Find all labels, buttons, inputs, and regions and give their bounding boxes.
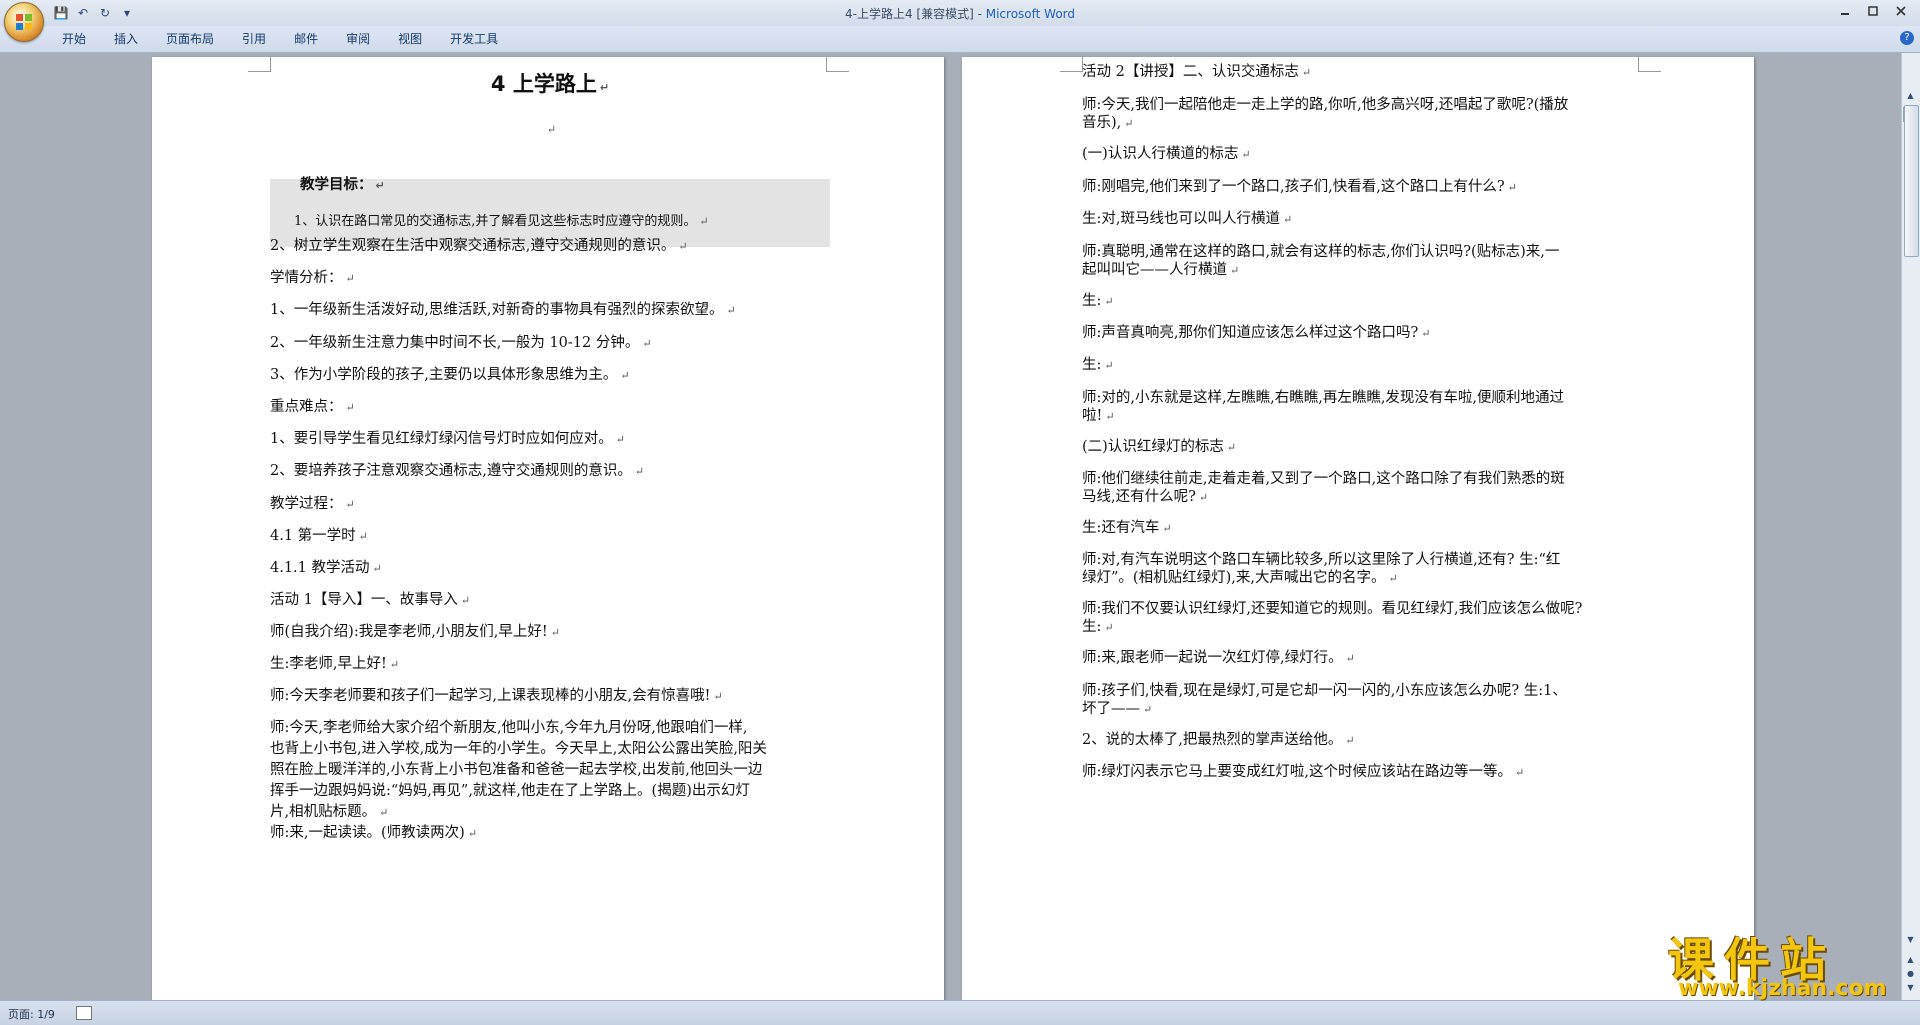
minimize-icon[interactable] — [1832, 2, 1858, 20]
paragraph-line[interactable]: 1、认识在路口常见的交通标志,并了解看见这些标志时应遵守的规则。 ↵ — [270, 211, 854, 232]
ribbon-tab[interactable]: 插入 — [100, 26, 152, 52]
ribbon-tab[interactable]: 开始 — [48, 26, 100, 52]
paragraph-line[interactable]: 2、要培养孩子注意观察交通标志,遵守交通规则的意识。 ↵ — [270, 461, 830, 482]
ribbon-tab[interactable]: 开发工具 — [436, 26, 512, 52]
page-1-content: 4 上学路上 ↵ ↵ 教学目标： ↵ 1、认识在路口常见的交通标志,并了解看见这些标志时应… — [270, 57, 830, 1001]
paragraph-line[interactable]: 师:今天,李老师给大家介绍个新朋友,他叫小东,今年九月份呀,他跟咱们一样, — [270, 718, 830, 739]
paragraph-line[interactable]: 2、树立学生观察在生活中观察交通标志,遵守交通规则的意识。 ↵ — [270, 236, 830, 257]
empty-paragraph[interactable]: ↵ — [270, 119, 830, 140]
paragraph-line[interactable]: 生: ↵ — [1082, 355, 1642, 376]
paragraph-line[interactable]: 音乐), ↵ — [1082, 113, 1642, 134]
paragraph-line[interactable]: 生: ↵ — [1082, 617, 1642, 638]
paragraph-line[interactable]: 1、要引导学生看见红绿灯绿闪信号灯时应如何应对。 ↵ — [270, 429, 830, 450]
scroll-up-icon[interactable]: ▲ — [1904, 89, 1917, 103]
help-icon[interactable]: ? — [1900, 31, 1914, 45]
watermark-url: www.kjzhan.com — [1678, 976, 1887, 1001]
page-count[interactable]: 页面: 1/9 — [8, 1006, 55, 1022]
window-title: 4-上学路上4 [兼容模式] - Microsoft Word — [0, 5, 1920, 22]
status-bar: 页面: 1/9 — [0, 1000, 1920, 1025]
paragraph-line[interactable]: 坏了—— ↵ — [1082, 699, 1642, 720]
proofing-icon[interactable] — [76, 1006, 92, 1020]
page-1[interactable]: 4 上学路上 ↵ ↵ 教学目标： ↵ 1、认识在路口常见的交通标志,并了解看见这些标志时应… — [152, 57, 944, 1001]
paragraph-line[interactable]: 啦! ↵ — [1082, 406, 1642, 427]
watermark-logo: 课件站 www.kjzhan.com — [1668, 924, 1908, 1004]
paragraph-line[interactable]: (一)认识人行横道的标志 ↵ — [1082, 144, 1642, 165]
scrollbar-thumb[interactable] — [1904, 105, 1919, 257]
title-bar: 💾 ↶ ↻ ▾ 4-上学路上4 [兼容模式] - Microsoft Word — [0, 0, 1920, 27]
paragraph-line[interactable]: (二)认识红绿灯的标志 ↵ — [1082, 437, 1642, 458]
document-area[interactable]: 4 上学路上 ↵ ↵ 教学目标： ↵ 1、认识在路口常见的交通标志,并了解看见这些标志时应… — [0, 53, 1902, 1001]
paragraph-line[interactable]: 师:来,跟老师一起说一次红灯停,绿灯行。 ↵ — [1082, 648, 1642, 669]
paragraph-line[interactable]: 教学过程： ↵ — [270, 494, 830, 515]
paragraph-line[interactable]: 活动 2【讲授】二、认识交通标志 ↵ — [1082, 62, 1642, 83]
paragraph-line[interactable]: 马线,还有什么呢? ↵ — [1082, 487, 1642, 508]
page-2[interactable]: 活动 2【讲授】二、认识交通标志 ↵ 师:今天,我们一起陪他走一走上学的路,你听,他… — [962, 57, 1754, 1001]
crop-mark — [1060, 57, 1083, 72]
vertical-scrollbar[interactable]: ▲ ▼ ▲ ● ▼ — [1901, 53, 1920, 1001]
ribbon-tab[interactable]: 审阅 — [332, 26, 384, 52]
paragraph-line[interactable]: 生:还有汽车 ↵ — [1082, 518, 1642, 539]
paragraph-line[interactable]: 师:刚唱完,他们来到了一个路口,孩子们,快看看,这个路口上有什么? ↵ — [1082, 177, 1642, 198]
office-logo-icon — [16, 14, 32, 30]
paragraph-line[interactable]: 4.1 第一学时 ↵ — [270, 526, 830, 547]
paragraph-line[interactable]: 绿灯”。(相机贴红绿灯),来,大声喊出它的名字。 ↵ — [1082, 568, 1642, 589]
paragraph-line[interactable]: 重点难点： ↵ — [270, 397, 830, 418]
paragraph-line[interactable]: 2、一年级新生注意力集中时间不长,一般为 10-12 分钟。 ↵ — [270, 333, 830, 354]
paragraph-line[interactable]: 4.1.1 教学活动 ↵ — [270, 558, 830, 579]
paragraph-line[interactable]: 生:李老师,早上好! ↵ — [270, 654, 830, 675]
page-2-content: 活动 2【讲授】二、认识交通标志 ↵ 师:今天,我们一起陪他走一走上学的路,你听,他… — [1082, 57, 1642, 1001]
paragraph-line[interactable]: 师:声音真响亮,那你们知道应该怎么样过这个路口吗? ↵ — [1082, 323, 1642, 344]
app-name: Microsoft Word — [985, 7, 1076, 21]
close-icon[interactable] — [1888, 2, 1914, 20]
paragraph-line[interactable]: 师:今天李老师要和孩子们一起学习,上课表现棒的小朋友,会有惊喜哦! ↵ — [270, 686, 830, 707]
paragraph-line[interactable]: 3、作为小学阶段的孩子,主要仍以具体形象思维为主。 ↵ — [270, 365, 830, 386]
paragraph-line[interactable]: 师:绿灯闪表示它马上要变成红灯啦,这个时候应该站在路边等一等。 ↵ — [1082, 762, 1642, 783]
maximize-icon[interactable] — [1860, 2, 1886, 20]
ribbon-tab[interactable]: 视图 — [384, 26, 436, 52]
paragraph-line[interactable]: 挥手一边跟妈妈说:“妈妈,再见”,就这样,他走在了上学路上。(揭题)出示幻灯 — [270, 781, 830, 802]
crop-mark — [248, 57, 271, 72]
document-title[interactable]: 4 上学路上 ↵ — [270, 74, 830, 98]
paragraph-line[interactable]: 也背上小书包,进入学校,成为一年的小学生。今天早上,太阳公公露出笑脸,阳关 — [270, 739, 830, 760]
ribbon-tabs: 开始 插入 页面布局 引用 邮件 审阅 视图 开发工具 — [48, 26, 512, 52]
paragraph-line[interactable]: 生: ↵ — [1082, 291, 1642, 312]
paragraph-line[interactable]: 生:对,斑马线也可以叫人行横道 ↵ — [1082, 209, 1642, 230]
window-controls — [1832, 2, 1914, 20]
paragraph-line[interactable]: 学情分析： ↵ — [270, 268, 830, 289]
paragraph-line[interactable]: 师:来,一起读读。(师教读两次) ↵ — [270, 823, 830, 844]
paragraph-line[interactable]: 片,相机贴标题。 ↵ — [270, 802, 830, 823]
ribbon-tab[interactable]: 页面布局 — [152, 26, 228, 52]
ribbon-tab[interactable]: 引用 — [228, 26, 280, 52]
title-separator: - — [973, 7, 986, 21]
paragraph-line[interactable]: 1、一年级新生活泼好动,思维活跃,对新奇的事物具有强烈的探索欲望。 ↵ — [270, 300, 830, 321]
ribbon-tab[interactable]: 邮件 — [280, 26, 332, 52]
office-button[interactable] — [4, 2, 44, 42]
paragraph-line[interactable]: 师(自我介绍):我是李老师,小朋友们,早上好! ↵ — [270, 622, 830, 643]
paragraph-line[interactable]: 教学目标： ↵ — [270, 175, 860, 196]
document-name: 4-上学路上4 [兼容模式] — [844, 7, 974, 21]
paragraph-line[interactable]: 起叫叫它——人行横道 ↵ — [1082, 260, 1642, 281]
paragraph-line[interactable]: 活动 1【导入】一、故事导入 ↵ — [270, 590, 830, 611]
ribbon: 开始 插入 页面布局 引用 邮件 审阅 视图 开发工具 ? — [0, 26, 1920, 53]
paragraph-line[interactable]: 照在脸上暖洋洋的,小东背上小书包准备和爸爸一起去学校,出发前,他回头一边 — [270, 760, 830, 781]
paragraph-line[interactable]: 2、说的太棒了,把最热烈的掌声送给他。 ↵ — [1082, 730, 1642, 751]
